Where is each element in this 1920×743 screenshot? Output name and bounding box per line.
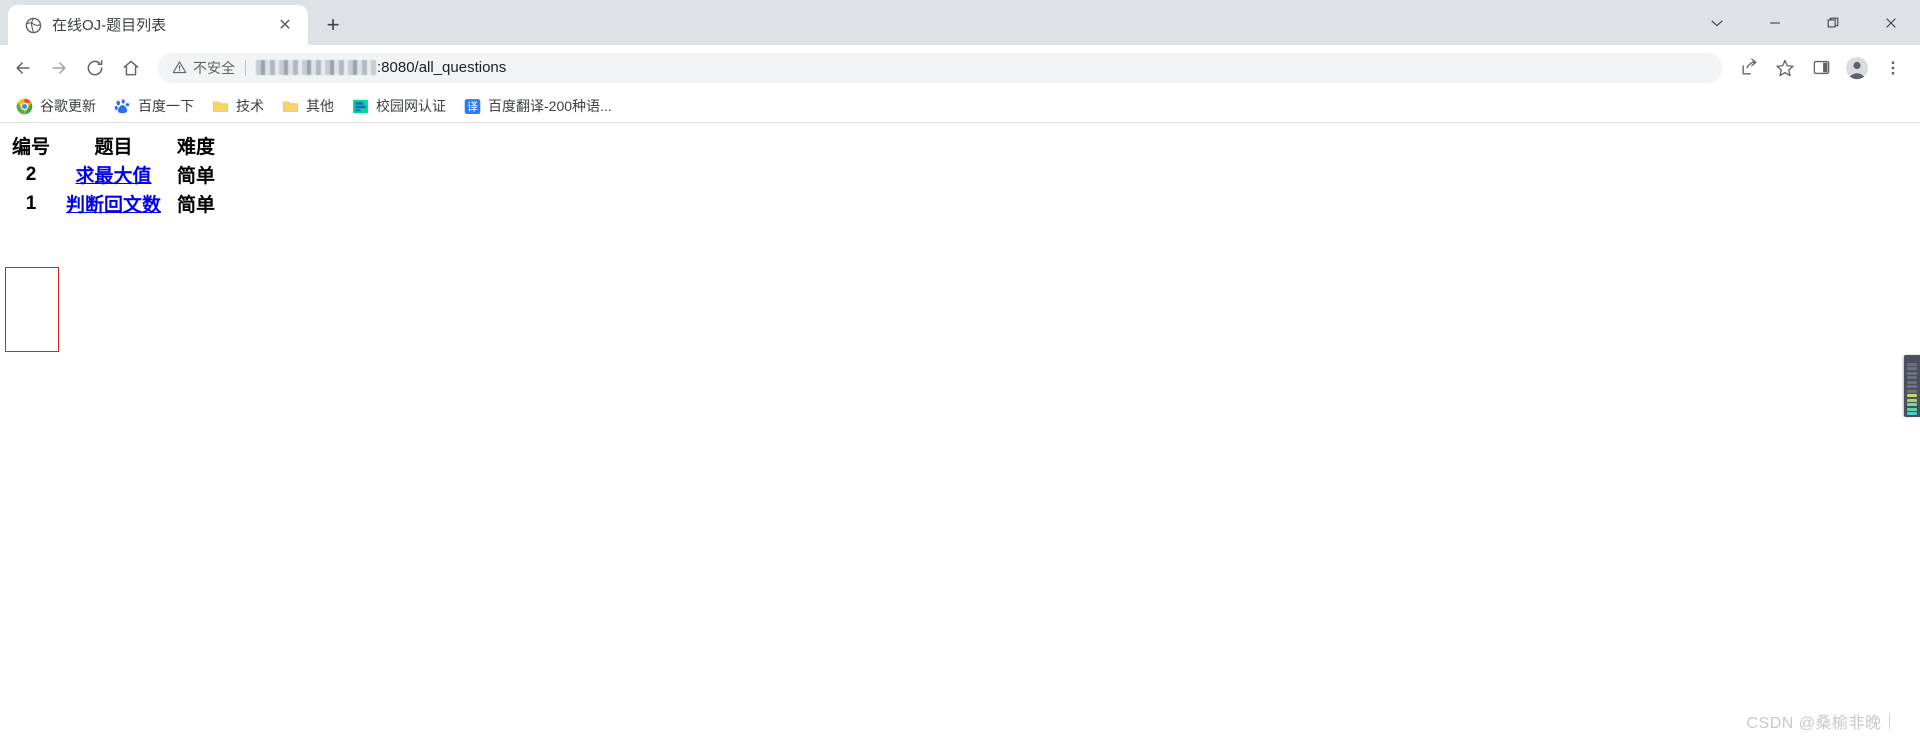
browser-tab[interactable]: 在线OJ-题目列表 ✕ (8, 5, 308, 45)
meter-segment (1907, 407, 1917, 411)
forward-icon[interactable] (42, 51, 76, 85)
close-window-icon[interactable] (1862, 0, 1920, 45)
table-row: 2 求最大值 简单 (4, 160, 223, 189)
close-icon[interactable]: ✕ (274, 14, 296, 36)
cell-difficulty: 简单 (177, 166, 216, 187)
bookmark-label: 技术 (236, 98, 264, 114)
minimize-icon[interactable] (1746, 0, 1804, 45)
column-header-difficulty: 难度 (177, 137, 216, 158)
bookmark-star-icon[interactable] (1768, 51, 1802, 85)
redacted-host (256, 60, 376, 75)
bookmark-label: 百度一下 (138, 98, 194, 114)
cell-title: 判断回文数 (58, 189, 169, 218)
address-bar[interactable]: 不安全 :8080/all_questions (158, 52, 1722, 83)
table-header-row: 编号 题目 难度 (4, 131, 223, 160)
omnibox-divider (245, 59, 246, 76)
maximize-icon[interactable] (1804, 0, 1862, 45)
chrome-icon (16, 98, 33, 115)
security-status[interactable]: 不安全 (172, 58, 235, 78)
reload-icon[interactable] (78, 51, 112, 85)
cell-id: 1 (25, 192, 37, 214)
profile-avatar[interactable] (1840, 51, 1874, 85)
campus-net-icon (352, 98, 369, 115)
meter-segment (1907, 403, 1917, 406)
toolbar-actions (1732, 51, 1910, 85)
column-header-id: 编号 (12, 137, 51, 158)
browser-window: 在线OJ-题目列表 ✕ + 不安全:8080/all_questions 谷歌… (0, 0, 1920, 743)
folder-icon (212, 98, 229, 115)
bookmark-item-campus-net[interactable]: 校园网认证 (344, 93, 454, 119)
cell-id: 2 (25, 163, 37, 185)
tab-strip: 在线OJ-题目列表 ✕ + (0, 0, 350, 45)
globe-icon (24, 16, 42, 34)
question-link[interactable]: 求最大值 (76, 166, 152, 187)
meter-segment (1907, 367, 1917, 370)
bookmark-label: 校园网认证 (376, 98, 446, 114)
side-panel-icon[interactable] (1804, 51, 1838, 85)
bookmark-item-baidu[interactable]: 百度一下 (106, 93, 202, 119)
folder-icon (282, 98, 299, 115)
tab-title: 在线OJ-题目列表 (52, 17, 167, 33)
browser-toolbar: 不安全 :8080/all_questions (0, 45, 1920, 90)
share-icon[interactable] (1732, 51, 1766, 85)
meter-segment (1907, 362, 1917, 366)
bookmark-folder-other[interactable]: 其他 (274, 93, 342, 119)
security-label: 不安全 (193, 59, 235, 76)
questions-table: 编号 题目 难度 2 求最大值 简单 1 判断回文数 简单 (4, 131, 223, 218)
warning-triangle-icon (172, 60, 187, 75)
cell-difficulty: 简单 (177, 195, 216, 216)
bookmark-folder-tech[interactable]: 技术 (204, 93, 272, 119)
baidu-icon (114, 98, 131, 115)
title-bar: 在线OJ-题目列表 ✕ + (0, 0, 1920, 45)
chevron-down-icon[interactable] (1688, 0, 1746, 45)
translate-icon: 译 (464, 98, 481, 115)
url-display[interactable]: :8080/all_questions (256, 60, 506, 75)
url-path: :8080/all_questions (377, 59, 507, 76)
bookmark-item-chrome-update[interactable]: 谷歌更新 (8, 93, 104, 119)
home-icon[interactable] (114, 51, 148, 85)
bookmark-label: 谷歌更新 (40, 98, 96, 114)
bookmark-label: 其他 (306, 98, 334, 114)
meter-segment (1907, 376, 1917, 379)
meter-segment (1907, 389, 1917, 393)
chrome-menu-icon[interactable] (1876, 51, 1910, 85)
level-meter-widget[interactable] (1904, 355, 1920, 417)
meter-segment (1907, 385, 1917, 388)
page-content: 编号 题目 难度 2 求最大值 简单 1 判断回文数 简单 CSDN @桑榆非晚… (0, 123, 1920, 743)
watermark: CSDN @桑榆非晚｜ (1746, 715, 1898, 732)
annotation-rectangle (5, 267, 59, 352)
meter-segment (1907, 380, 1917, 384)
cell-title: 求最大值 (58, 160, 169, 189)
svg-text:译: 译 (467, 100, 478, 113)
meter-segment (1907, 371, 1917, 375)
meter-segment (1907, 398, 1917, 402)
table-row: 1 判断回文数 简单 (4, 189, 223, 218)
meter-segment (1907, 412, 1917, 415)
question-link[interactable]: 判断回文数 (66, 195, 161, 216)
new-tab-button[interactable]: + (316, 8, 350, 42)
window-controls (1688, 0, 1920, 45)
meter-segment (1907, 394, 1917, 397)
back-icon[interactable] (6, 51, 40, 85)
column-header-title: 题目 (94, 137, 133, 158)
bookmark-item-baidu-translate[interactable]: 译 百度翻译-200种语... (456, 93, 620, 119)
bookmark-label: 百度翻译-200种语... (488, 98, 612, 114)
bookmarks-bar: 谷歌更新 百度一下 技术 其他 校园网认证 译 百度翻译-200种语... (0, 90, 1920, 123)
